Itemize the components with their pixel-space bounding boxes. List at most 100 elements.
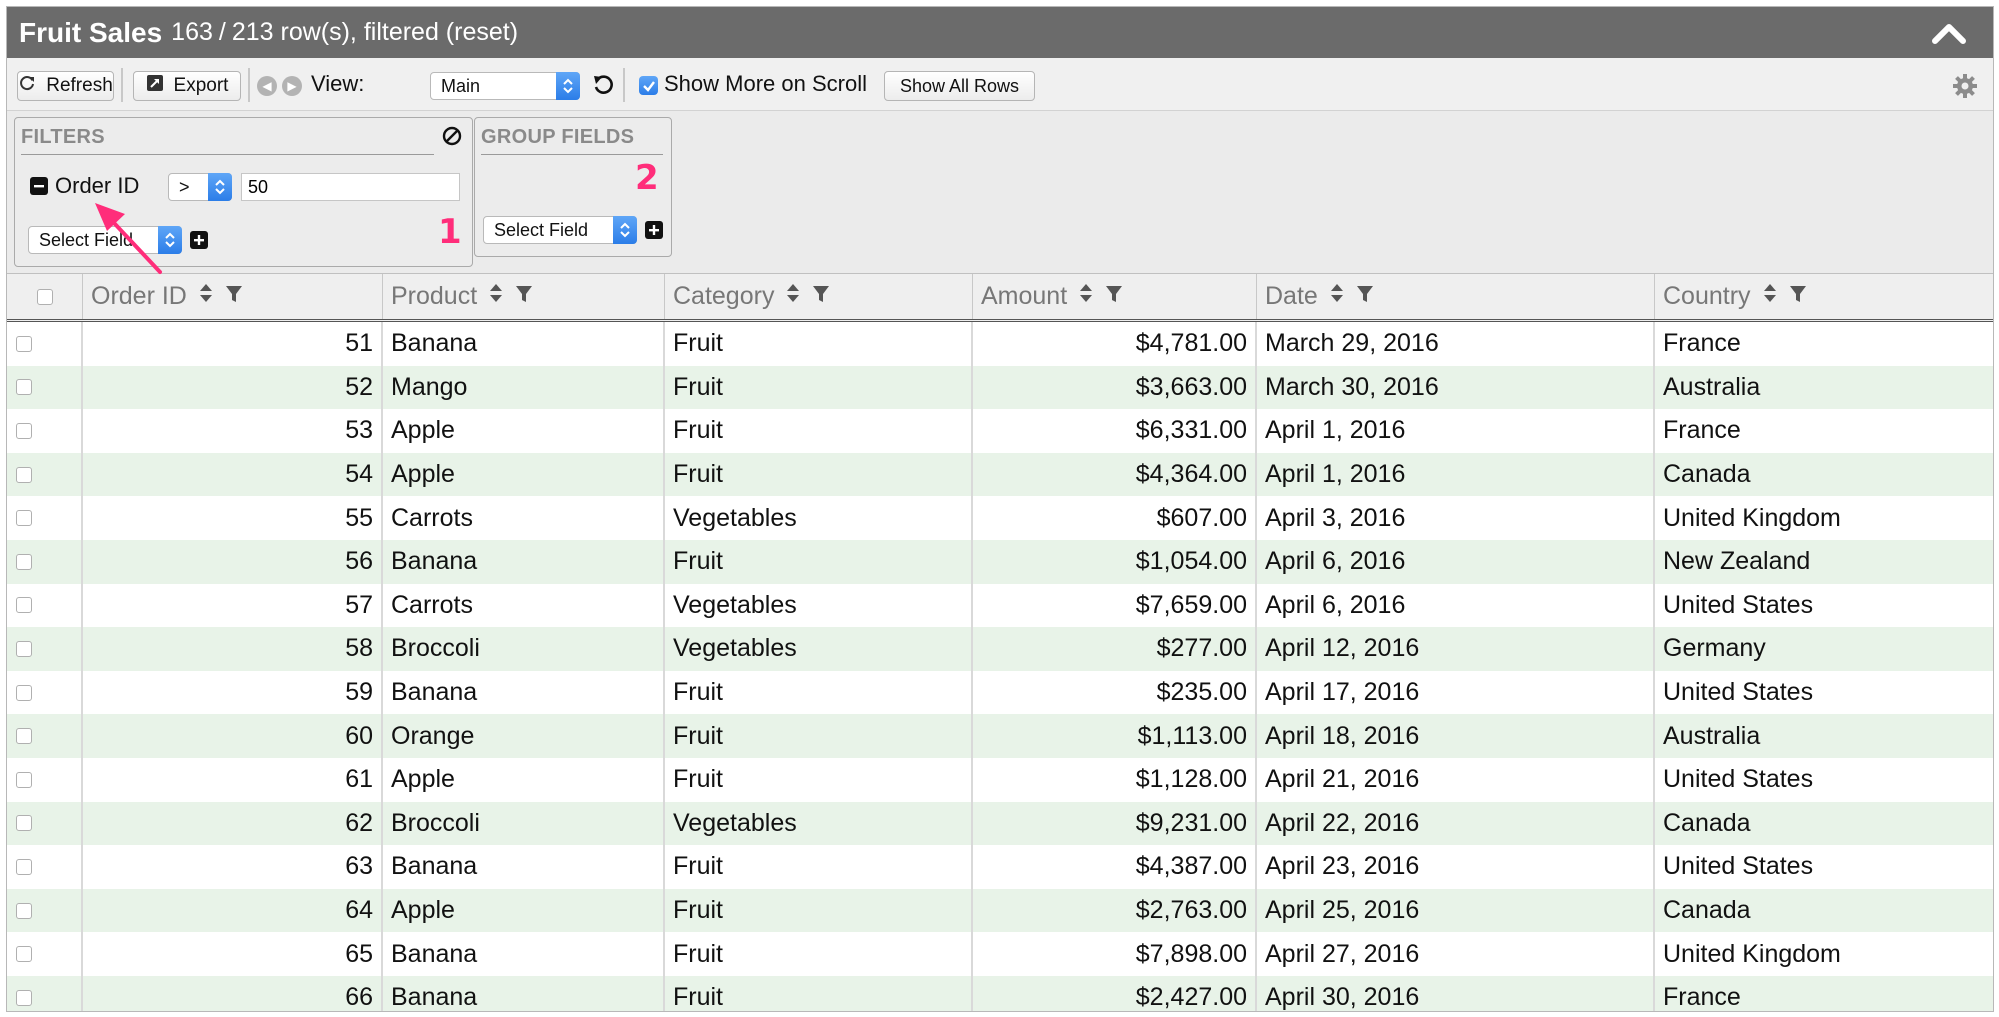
row-count: 163 — [171, 18, 213, 46]
cell-product: Banana — [383, 539, 665, 584]
filter-icon[interactable] — [1356, 282, 1374, 311]
cell-date: April 6, 2016 — [1257, 583, 1655, 628]
cell-product: Broccoli — [383, 627, 665, 671]
refresh-button[interactable]: Refresh — [17, 71, 114, 101]
show-more-checkbox[interactable] — [639, 76, 658, 95]
table-row[interactable]: 58 Broccoli Vegetables $277.00 April 12, 201… — [7, 627, 1993, 671]
table-row[interactable]: 62 Broccoli Vegetables $9,231.00 April 22, 2… — [7, 801, 1993, 846]
filter-icon[interactable] — [225, 282, 243, 311]
row-select-cell — [7, 452, 83, 497]
table-row[interactable]: 52 Mango Fruit $3,663.00 March 30, 2016 Austr… — [7, 365, 1993, 410]
table-row[interactable]: 60 Orange Fruit $1,113.00 April 18, 2016 Aust… — [7, 714, 1993, 758]
filter-icon[interactable] — [812, 282, 830, 311]
group-select-field[interactable]: Select Field — [483, 216, 637, 244]
sort-icon[interactable] — [489, 282, 503, 311]
row-checkbox[interactable] — [16, 597, 32, 614]
row-checkbox[interactable] — [16, 989, 32, 1006]
column-header-country[interactable]: Country — [1655, 274, 1993, 319]
row-select-cell — [7, 757, 83, 802]
grid-title: Fruit Sales — [19, 16, 163, 48]
filter-icon[interactable] — [1105, 282, 1123, 311]
row-select-cell — [7, 539, 83, 584]
filter-operator-select[interactable]: > — [168, 173, 232, 201]
row-checkbox[interactable] — [16, 728, 32, 745]
row-total-status[interactable]: 213 row(s), filtered (reset) — [232, 18, 518, 46]
cell-product: Banana — [383, 322, 665, 366]
table-row[interactable]: 57 Carrots Vegetables $7,659.00 April 6, 201… — [7, 583, 1993, 628]
row-checkbox[interactable] — [16, 902, 32, 919]
cell-category: Fruit — [665, 322, 973, 366]
show-all-rows-button[interactable]: Show All Rows — [884, 71, 1035, 101]
table-row[interactable]: 51 Banana Fruit $4,781.00 March 29, 2016 Fran… — [7, 322, 1993, 366]
sort-icon[interactable] — [199, 282, 213, 311]
table-row[interactable]: 61 Apple Fruit $1,128.00 April 21, 2016 Unite… — [7, 757, 1993, 802]
row-checkbox[interactable] — [16, 858, 32, 875]
row-checkbox[interactable] — [16, 640, 32, 657]
remove-filter-button[interactable] — [30, 177, 48, 195]
cell-order-id: 54 — [83, 452, 383, 497]
table-row[interactable]: 63 Banana Fruit $4,387.00 April 23, 2016 Unit… — [7, 845, 1993, 889]
export-icon — [146, 74, 164, 98]
column-header-date[interactable]: Date — [1257, 274, 1655, 319]
add-filter-button[interactable] — [190, 231, 208, 249]
table-row[interactable]: 55 Carrots Vegetables $607.00 April 3, 2016 U… — [7, 496, 1993, 540]
row-checkbox[interactable] — [16, 946, 32, 963]
filter-value-input[interactable] — [241, 173, 460, 201]
select-arrows-icon — [613, 216, 637, 244]
sort-icon[interactable] — [1079, 282, 1093, 311]
cell-amount: $607.00 — [973, 496, 1257, 540]
row-checkbox[interactable] — [16, 335, 32, 352]
row-checkbox[interactable] — [16, 466, 32, 483]
cell-category: Fruit — [665, 975, 973, 1011]
column-header-category[interactable]: Category — [665, 274, 973, 319]
cell-category: Fruit — [665, 365, 973, 410]
view-select[interactable]: Main — [430, 72, 580, 100]
column-header-amount[interactable]: Amount — [973, 274, 1257, 319]
table-row[interactable]: 64 Apple Fruit $2,763.00 April 25, 2016 Canad… — [7, 888, 1993, 933]
row-checkbox[interactable] — [16, 815, 32, 832]
cell-order-id: 64 — [83, 888, 383, 933]
select-all-checkbox[interactable] — [36, 288, 53, 305]
sort-icon[interactable] — [1763, 282, 1777, 311]
cell-amount: $235.00 — [973, 670, 1257, 715]
export-button[interactable]: Export — [133, 71, 241, 101]
table-row[interactable]: 66 Banana Fruit $2,427.00 April 30, 2016 Fran… — [7, 975, 1993, 1011]
add-group-button[interactable] — [645, 221, 663, 239]
table-row[interactable]: 54 Apple Fruit $4,364.00 April 1, 2016 Canada — [7, 452, 1993, 497]
cell-product: Mango — [383, 365, 665, 410]
column-header-order-id[interactable]: Order ID — [83, 274, 383, 319]
cell-amount: $1,113.00 — [973, 714, 1257, 758]
row-checkbox[interactable] — [16, 771, 32, 788]
chevron-up-icon[interactable] — [1929, 17, 1969, 47]
filter-icon[interactable] — [515, 282, 533, 311]
show-more-label[interactable]: Show More on Scroll — [664, 71, 867, 97]
table-row[interactable]: 59 Banana Fruit $235.00 April 17, 2016 United… — [7, 670, 1993, 715]
column-header-product[interactable]: Product — [383, 274, 665, 319]
row-count-info: 163/213 row(s), filtered (reset) — [171, 18, 518, 47]
table-row[interactable]: 65 Banana Fruit $7,898.00 April 27, 2016 Unit… — [7, 932, 1993, 976]
column-header-icons — [1330, 282, 1374, 311]
row-checkbox[interactable] — [16, 684, 32, 701]
cell-date: April 17, 2016 — [1257, 670, 1655, 715]
row-checkbox[interactable] — [16, 553, 32, 570]
undo-icon[interactable] — [591, 73, 615, 97]
cell-date: April 1, 2016 — [1257, 452, 1655, 497]
table-row[interactable]: 53 Apple Fruit $6,331.00 April 1, 2016 France — [7, 409, 1993, 453]
filter-icon[interactable] — [1789, 282, 1807, 311]
table-row[interactable]: 56 Banana Fruit $1,054.00 April 6, 2016 New Z… — [7, 539, 1993, 584]
row-select-cell — [7, 583, 83, 628]
column-header-label: Country — [1663, 282, 1751, 310]
chevron-right-icon[interactable]: ▶ — [282, 76, 302, 96]
clear-icon[interactable] — [442, 126, 462, 146]
gear-icon[interactable] — [1951, 72, 1979, 100]
row-checkbox[interactable] — [16, 422, 32, 439]
cell-order-id: 62 — [83, 801, 383, 846]
sort-icon[interactable] — [1330, 282, 1344, 311]
row-checkbox[interactable] — [16, 510, 32, 527]
cell-category: Fruit — [665, 845, 973, 889]
filter-select-field[interactable]: Select Field — [28, 226, 182, 254]
sort-icon[interactable] — [786, 282, 800, 311]
row-checkbox[interactable] — [16, 379, 32, 396]
grid-header: Order ID Product Category Amount Date Country — [7, 274, 1993, 322]
chevron-left-icon[interactable]: ◀ — [257, 76, 277, 96]
